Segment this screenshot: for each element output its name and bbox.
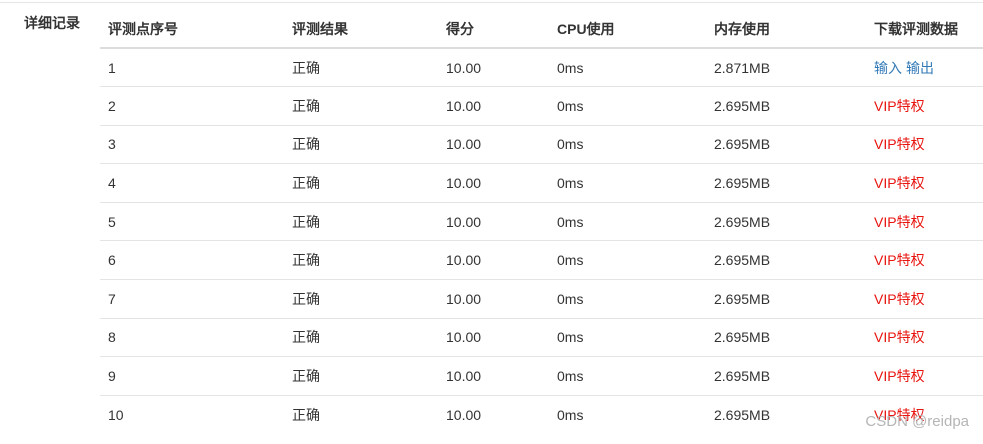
table-row: 8 正确 10.00 0ms 2.695MB VIP特权 [100,318,983,358]
cell-score: 10.00 [438,86,549,126]
cell-score: 10.00 [438,318,549,358]
vip-privilege-link[interactable]: VIP特权 [874,175,925,191]
cell-download: 输入 输出 [866,48,983,88]
cell-cpu: 0ms [549,240,706,281]
cell-result: 正确 [284,86,438,126]
table-header-row: 评测点序号 评测结果 得分 CPU使用 内存使用 下载评测数据 [100,10,983,49]
cell-result: 正确 [284,318,438,358]
top-divider [0,2,983,3]
table-row: 10 正确 10.00 0ms 2.695MB VIP特权 [100,395,983,434]
column-header-cpu: CPU使用 [549,10,706,49]
cell-memory: 2.695MB [706,125,866,165]
cell-index: 7 [100,279,284,319]
cell-cpu: 0ms [549,356,706,396]
csdn-watermark: CSDN @reidpa [865,413,969,430]
cell-index: 6 [100,240,284,281]
cell-score: 10.00 [438,279,549,319]
vip-privilege-link[interactable]: VIP特权 [874,98,925,114]
column-header-memory: 内存使用 [706,10,866,49]
table-row: 1 正确 10.00 0ms 2.871MB 输入 输出 [100,48,983,88]
cell-cpu: 0ms [549,125,706,165]
vip-privilege-link[interactable]: VIP特权 [874,214,925,230]
table-row: 7 正确 10.00 0ms 2.695MB VIP特权 [100,279,983,319]
cell-download: VIP特权 [866,318,983,358]
column-header-download: 下载评测数据 [866,10,983,49]
cell-download: VIP特权 [866,86,983,126]
cell-index: 10 [108,406,124,423]
cell-index: 8 [100,318,284,358]
column-header-result: 评测结果 [284,10,438,49]
cell-download: VIP特权 [866,202,983,242]
cell-memory: 2.871MB [706,48,866,88]
cell-memory: 2.695MB [706,356,866,396]
table-row: 3 正确 10.00 0ms 2.695MB VIP特权 [100,125,983,165]
cell-result: 正确 [284,48,438,88]
cell-download: VIP特权 [866,279,983,319]
cell-score: 10.00 [438,48,549,88]
cell-cpu: 0ms [549,202,706,242]
cell-index: 4 [100,163,284,203]
cell-memory: 2.695MB [706,86,866,126]
cell-download: VIP特权 [866,125,983,165]
cell-memory: 2.695MB [706,202,866,242]
cell-download: VIP特权 [866,240,983,281]
vip-privilege-link[interactable]: VIP特权 [874,136,925,152]
cell-memory: 2.695MB [706,240,866,281]
table-row: 2 正确 10.00 0ms 2.695MB VIP特权 [100,86,983,126]
cell-cpu: 0ms [549,318,706,358]
cell-score: 10.00 [438,125,549,165]
table-row: 6 正确 10.00 0ms 2.695MB VIP特权 [100,240,983,281]
vip-privilege-link[interactable]: VIP特权 [874,368,925,384]
cell-cpu: 0ms [549,163,706,203]
vip-privilege-link[interactable]: VIP特权 [874,252,925,268]
cell-score: 10.00 [446,406,482,423]
vip-privilege-link[interactable]: VIP特权 [874,291,925,307]
cell-index: 1 [100,48,284,88]
cell-index: 5 [100,202,284,242]
section-label: 详细记录 [24,15,80,31]
cell-score: 10.00 [438,240,549,281]
cell-score: 10.00 [438,356,549,396]
vip-privilege-link[interactable]: VIP特权 [874,329,925,345]
table-row: 4 正确 10.00 0ms 2.695MB VIP特权 [100,163,983,203]
cell-result: 正确 [284,240,438,281]
download-input-link[interactable]: 输入 [874,60,902,76]
cell-index: 9 [100,356,284,396]
cell-cpu: 0ms [549,86,706,126]
download-output-link[interactable]: 输出 [906,60,934,76]
cell-result: 正确 [292,406,320,423]
column-header-score: 得分 [438,10,549,49]
cell-index: 2 [100,86,284,126]
cell-cpu: 0ms [549,48,706,88]
table-body: 1 正确 10.00 0ms 2.871MB 输入 输出 2 正确 10.00 0… [100,48,983,434]
column-header-index: 评测点序号 [100,10,284,49]
cell-result: 正确 [284,125,438,165]
cell-cpu: 0ms [549,279,706,319]
cell-memory: 2.695MB [706,318,866,358]
cell-result: 正确 [284,163,438,203]
cell-result: 正确 [284,279,438,319]
cell-score: 10.00 [438,163,549,203]
cell-download: VIP特权 [866,163,983,203]
cell-result: 正确 [284,202,438,242]
cell-result: 正确 [284,356,438,396]
cell-index: 3 [100,125,284,165]
table-row: 5 正确 10.00 0ms 2.695MB VIP特权 [100,202,983,242]
cell-memory: 2.695MB [714,406,771,423]
cell-memory: 2.695MB [706,279,866,319]
cell-download: VIP特权 [866,356,983,396]
cell-memory: 2.695MB [706,163,866,203]
table-row: 9 正确 10.00 0ms 2.695MB VIP特权 [100,356,983,396]
test-results-table: 评测点序号 评测结果 得分 CPU使用 内存使用 下载评测数据 1 正确 10.… [100,10,983,434]
cell-cpu: 0ms [557,406,584,423]
cell-score: 10.00 [438,202,549,242]
